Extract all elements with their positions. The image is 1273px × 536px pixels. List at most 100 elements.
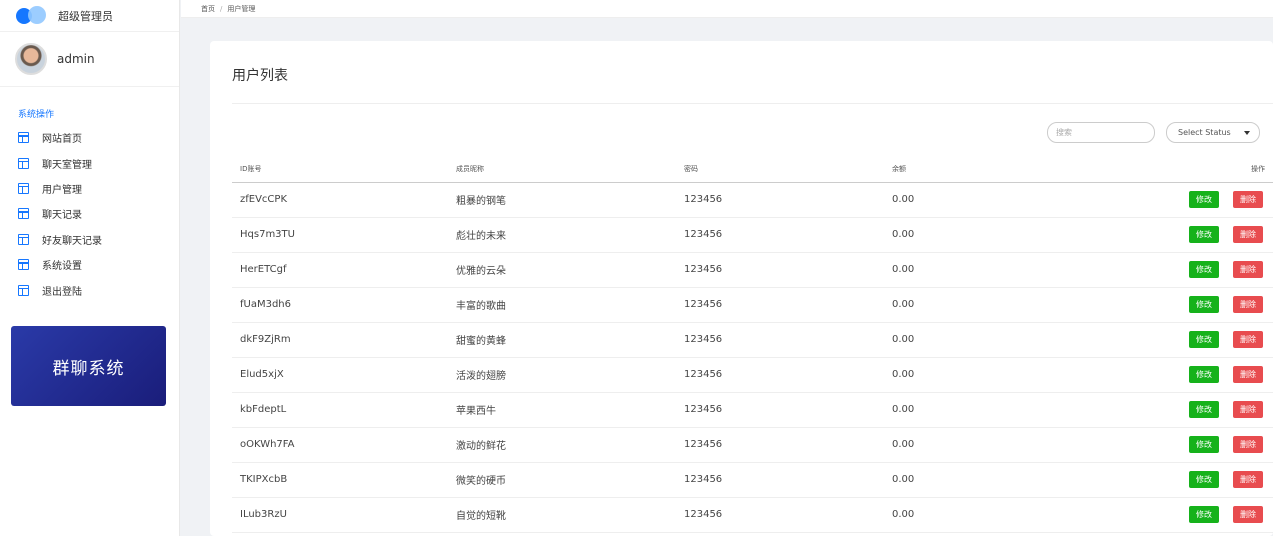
delete-button[interactable]: 删除 <box>1233 226 1263 243</box>
cell-actions: 修改 删除 <box>1092 427 1273 463</box>
layout-icon <box>18 208 29 220</box>
table-row: Hqs7m3TU 彪壮的未来 123456 0.00 修改 删除 <box>232 217 1273 253</box>
delete-button[interactable]: 删除 <box>1233 296 1263 313</box>
promo-banner[interactable]: 群聊系统 <box>11 326 166 406</box>
sidebar-item-6[interactable]: 系统设置 <box>0 252 179 277</box>
layout-icon <box>18 132 29 144</box>
cell-password: 123456 <box>684 217 892 253</box>
sidebar-item-7[interactable]: 退出登陆 <box>0 277 179 302</box>
search-input[interactable] <box>1047 122 1155 143</box>
edit-button[interactable]: 修改 <box>1189 261 1219 278</box>
delete-button[interactable]: 删除 <box>1233 366 1263 383</box>
content-card: 用户列表 Select Status ID账号 成员昵称 密码 余额 操作 zf… <box>210 41 1273 536</box>
edit-button[interactable]: 修改 <box>1189 506 1219 523</box>
breadcrumb-current: 用户管理 <box>227 4 256 13</box>
delete-button[interactable]: 删除 <box>1233 401 1263 418</box>
table-row: ILub3RzU 自觉的短靴 123456 0.00 修改 删除 <box>232 497 1273 533</box>
brand-header: 超级管理员 <box>0 0 179 32</box>
layout-icon <box>18 284 29 296</box>
cell-balance: 0.00 <box>892 217 1092 253</box>
table-row: TKIPXcbB 微笑的硬币 123456 0.00 修改 删除 <box>232 462 1273 498</box>
status-select-value: Select Status <box>1178 128 1231 137</box>
cell-balance: 0.00 <box>892 357 1092 393</box>
edit-button[interactable]: 修改 <box>1189 331 1219 348</box>
layout-icon <box>18 182 29 194</box>
edit-button[interactable]: 修改 <box>1189 401 1219 418</box>
edit-button[interactable]: 修改 <box>1189 226 1219 243</box>
cell-balance: 0.00 <box>892 182 1092 218</box>
cell-balance: 0.00 <box>892 287 1092 323</box>
cell-balance: 0.00 <box>892 252 1092 288</box>
user-profile[interactable]: admin <box>0 32 179 87</box>
cell-password: 123456 <box>684 252 892 288</box>
delete-button[interactable]: 删除 <box>1233 331 1263 348</box>
cell-password: 123456 <box>684 182 892 218</box>
cell-balance: 0.00 <box>892 427 1092 463</box>
edit-button[interactable]: 修改 <box>1189 296 1219 313</box>
cell-id: HerETCgf <box>232 252 456 288</box>
breadcrumb-separator: / <box>220 4 223 13</box>
sidebar-item-label: 聊天记录 <box>42 210 82 222</box>
cell-balance: 0.00 <box>892 462 1092 498</box>
cell-nickname: 丰富的歌曲 <box>456 287 684 323</box>
logo-icon <box>16 5 50 27</box>
edit-button[interactable]: 修改 <box>1189 471 1219 488</box>
edit-button[interactable]: 修改 <box>1189 366 1219 383</box>
status-select[interactable]: Select Status <box>1166 122 1260 143</box>
cell-nickname: 甜蜜的黄蜂 <box>456 322 684 358</box>
cell-nickname: 自觉的短靴 <box>456 497 684 533</box>
cell-actions: 修改 删除 <box>1092 252 1273 288</box>
delete-button[interactable]: 删除 <box>1233 191 1263 208</box>
sidebar-item-1[interactable]: 网站首页 <box>0 125 179 150</box>
cell-balance: 0.00 <box>892 322 1092 358</box>
header-password: 密码 <box>684 157 892 183</box>
breadcrumb-home[interactable]: 首页 <box>201 4 215 14</box>
table-row: zfEVcCPK 粗暴的钢笔 123456 0.00 修改 删除 <box>232 182 1273 218</box>
sidebar-item-label: 好友聊天记录 <box>42 235 102 247</box>
cell-actions: 修改 删除 <box>1092 322 1273 358</box>
table-header-row: ID账号 成员昵称 密码 余额 操作 <box>232 157 1273 183</box>
cell-password: 123456 <box>684 322 892 358</box>
layout-icon <box>18 259 29 271</box>
delete-button[interactable]: 删除 <box>1233 261 1263 278</box>
cell-id: ILub3RzU <box>232 497 456 533</box>
cell-password: 123456 <box>684 497 892 533</box>
cell-actions: 修改 删除 <box>1092 217 1273 253</box>
delete-button[interactable]: 删除 <box>1233 436 1263 453</box>
sidebar-item-label: 系统设置 <box>42 261 82 273</box>
cell-password: 123456 <box>684 427 892 463</box>
header-actions: 操作 <box>1092 157 1273 183</box>
cell-id: dkF9ZjRm <box>232 322 456 358</box>
sidebar-menu: 网站首页聊天室管理 用户管理聊天记录好友聊天记录 系统设置退出登陆 <box>0 125 179 303</box>
cell-actions: 修改 删除 <box>1092 357 1273 393</box>
cell-balance: 0.00 <box>892 392 1092 428</box>
cell-password: 123456 <box>684 462 892 498</box>
cell-password: 123456 <box>684 357 892 393</box>
sidebar-item-5[interactable]: 好友聊天记录 <box>0 227 179 252</box>
edit-button[interactable]: 修改 <box>1189 191 1219 208</box>
layout-icon <box>18 157 29 169</box>
delete-button[interactable]: 删除 <box>1233 471 1263 488</box>
sidebar-item-label: 网站首页 <box>42 134 82 146</box>
cell-nickname: 粗暴的钢笔 <box>456 182 684 218</box>
cell-nickname: 微笑的硬币 <box>456 462 684 498</box>
breadcrumb: 首页 / 用户管理 <box>181 0 1273 18</box>
sidebar-item-2[interactable]: 聊天室管理 <box>0 150 179 175</box>
cell-id: kbFdeptL <box>232 392 456 428</box>
cell-id: oOKWh7FA <box>232 427 456 463</box>
table-row: dkF9ZjRm 甜蜜的黄蜂 123456 0.00 修改 删除 <box>232 322 1273 358</box>
avatar[interactable] <box>15 43 47 75</box>
sidebar-item-4[interactable]: 聊天记录 <box>0 201 179 226</box>
cell-nickname: 活泼的翅膀 <box>456 357 684 393</box>
cell-id: fUaM3dh6 <box>232 287 456 323</box>
cell-actions: 修改 删除 <box>1092 287 1273 323</box>
table-row: fUaM3dh6 丰富的歌曲 123456 0.00 修改 删除 <box>232 287 1273 323</box>
edit-button[interactable]: 修改 <box>1189 436 1219 453</box>
cell-actions: 修改 删除 <box>1092 182 1273 218</box>
delete-button[interactable]: 删除 <box>1233 506 1263 523</box>
cell-nickname: 优雅的云朵 <box>456 252 684 288</box>
header-id: ID账号 <box>232 157 456 183</box>
cell-nickname: 苹果西牛 <box>456 392 684 428</box>
sidebar-item-3[interactable]: 用户管理 <box>0 176 179 201</box>
caret-down-icon <box>1244 131 1250 135</box>
